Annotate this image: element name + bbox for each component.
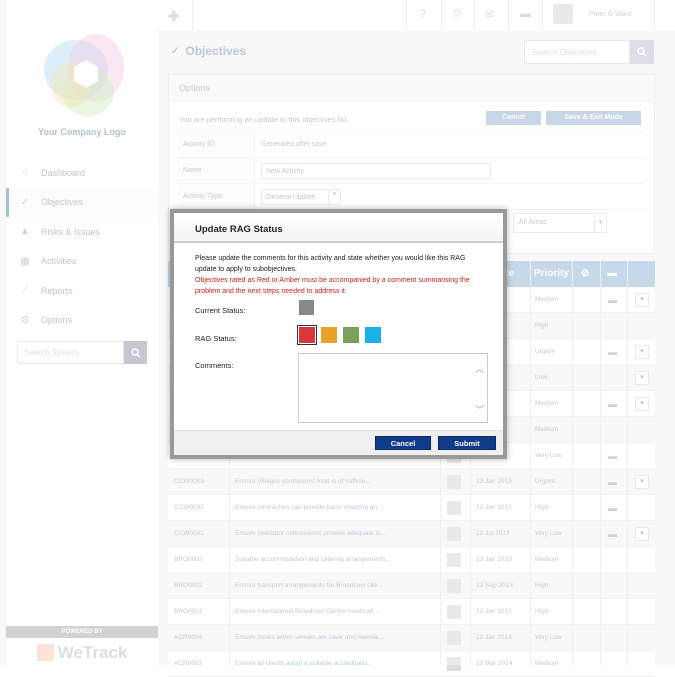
rag-blue-option[interactable] [365, 327, 381, 343]
comments-textarea[interactable]: ︿ ﹀ [298, 353, 488, 423]
modal-cancel-button[interactable]: Cancel [375, 436, 431, 450]
chevron-up-icon[interactable]: ︿ [475, 362, 484, 375]
current-status-swatch [299, 300, 314, 315]
rag-green-option[interactable] [343, 327, 359, 343]
app: Your Company Logo ⌂ Dashboard ✓ Objectiv… [0, 0, 675, 677]
modal-warning: Objectives rated as Red or Amber must be… [195, 277, 470, 295]
rag-amber-option[interactable] [321, 327, 337, 343]
chevron-down-icon[interactable]: ﹀ [475, 403, 484, 416]
modal-submit-button[interactable]: Submit [438, 436, 496, 450]
modal-note: Please update the comments for this acti… [195, 255, 466, 273]
rag-status-label: RAG Status: [195, 334, 237, 343]
comments-label: Comments: [195, 361, 234, 370]
current-status-label: Current Status: [195, 306, 246, 315]
modal-title: Update RAG Status [174, 213, 503, 243]
modal-footer: Cancel Submit [174, 430, 503, 455]
rag-status-modal: Update RAG Status Please update the comm… [170, 209, 507, 459]
rag-red-option[interactable] [297, 325, 317, 345]
